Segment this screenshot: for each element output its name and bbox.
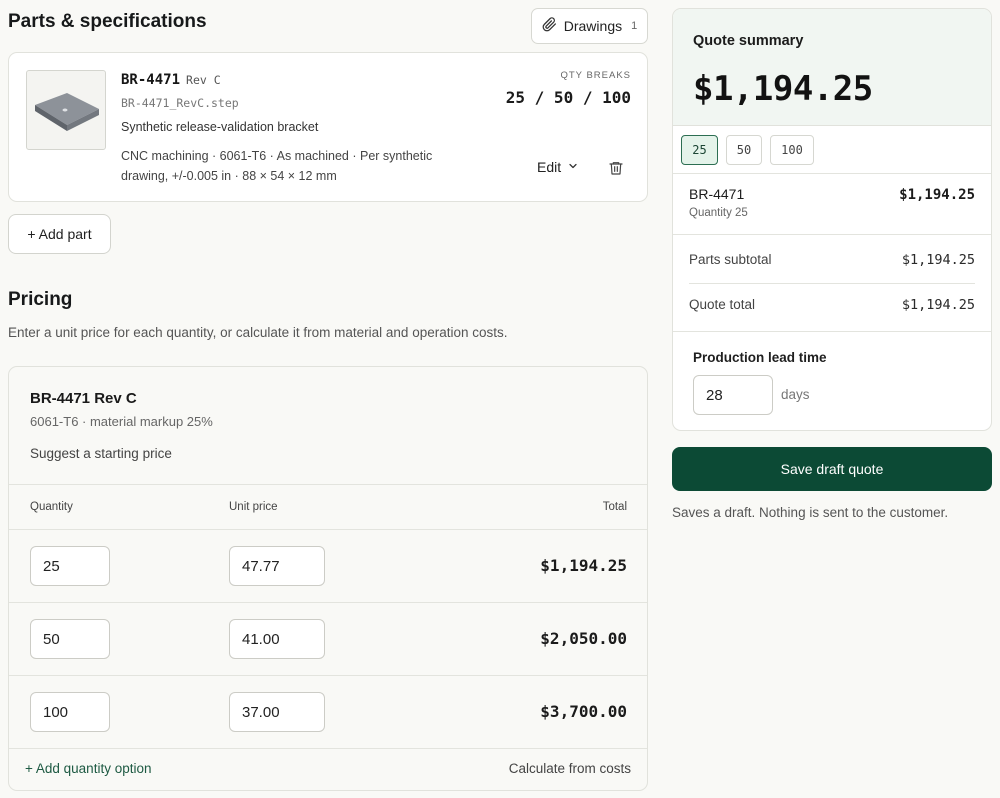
unit-price-input[interactable]: 47.77 (229, 546, 325, 586)
save-draft-quote-button[interactable]: Save draft quote (672, 447, 992, 491)
drawings-label: Drawings (563, 18, 623, 34)
lead-time-unit: days (781, 387, 810, 402)
divider (673, 331, 991, 332)
quantity-input[interactable]: 50 (30, 619, 110, 659)
summary-line-price: $1,194.25 (899, 187, 975, 203)
part-spec-line-1: CNC machining · 6061-T6 · As machined · … (121, 149, 433, 163)
quote-summary-panel: Quote summary $1,194.25 25 50 100 BR-447… (672, 8, 992, 431)
part-card: BR-4471 Rev C BR-4471_RevC.step Synthetic… (8, 52, 648, 202)
column-header-quantity: Quantity (30, 501, 73, 513)
drawings-button[interactable]: Drawings 1 (531, 8, 648, 44)
summary-line-quantity: Quantity 25 (689, 207, 748, 219)
divider (689, 283, 975, 284)
part-thumbnail[interactable] (26, 70, 106, 150)
save-note: Saves a draft. Nothing is sent to the cu… (672, 505, 949, 520)
pricing-card-footer: + Add quantity option Calculate from cos… (9, 748, 647, 790)
unit-price-input[interactable]: 37.00 (229, 692, 325, 732)
chevron-down-icon (567, 159, 579, 175)
part-3d-preview (35, 93, 99, 131)
part-number-line: BR-4471 Rev C (121, 72, 221, 88)
parts-section-title: Parts & specifications (8, 11, 207, 32)
quote-total-label: Quote total (689, 297, 756, 312)
part-number: BR-4471 (121, 72, 181, 88)
add-quantity-option-link[interactable]: + Add quantity option (25, 761, 151, 776)
part-description: Synthetic release-validation bracket (121, 120, 319, 134)
paperclip-icon (542, 17, 557, 35)
divider (673, 173, 991, 174)
quote-summary-header: Quote summary $1,194.25 (673, 9, 991, 126)
quantity-tabs: 25 50 100 (681, 135, 814, 165)
trash-icon[interactable] (608, 160, 624, 181)
add-part-button[interactable]: + Add part (8, 214, 111, 254)
quantity-input[interactable]: 25 (30, 546, 110, 586)
price-row: 100 37.00 $3,700.00 (9, 675, 647, 748)
column-header-unit-price: Unit price (229, 501, 278, 513)
qty-breaks-label: QTY BREAKS (560, 70, 631, 81)
pricing-card-header: BR-4471 Rev C 6061-T6 · material markup … (9, 367, 647, 485)
part-spec: CNC machining · 6061-T6 · As machined · … (121, 146, 481, 186)
quote-summary-amount: $1,194.25 (693, 69, 873, 109)
price-row: 25 47.77 $1,194.25 (9, 529, 647, 602)
pricing-card-subtitle: 6061-T6 · material markup 25% (30, 414, 213, 429)
price-row: 50 41.00 $2,050.00 (9, 602, 647, 675)
summary-line-part: BR-4471 (689, 186, 745, 202)
row-total: $2,050.00 (540, 629, 627, 648)
calculate-from-costs-link[interactable]: Calculate from costs (509, 761, 631, 776)
row-total: $1,194.25 (540, 556, 627, 575)
quote-summary-title: Quote summary (693, 33, 804, 49)
suggest-price-link[interactable]: Suggest a starting price (30, 446, 172, 461)
qty-tab-50[interactable]: 50 (726, 135, 762, 165)
qty-tab-100[interactable]: 100 (770, 135, 814, 165)
part-file-name[interactable]: BR-4471_RevC.step (121, 96, 239, 110)
part-spec-line-2: drawing, +/-0.005 in · 88 × 54 × 12 mm (121, 169, 337, 183)
drawings-count: 1 (631, 20, 638, 32)
pricing-section-title: Pricing (8, 289, 73, 310)
column-header-total: Total (602, 501, 627, 513)
unit-price-input[interactable]: 41.00 (229, 619, 325, 659)
qty-breaks-values: 25 / 50 / 100 (505, 88, 631, 107)
part-revision: Rev C (186, 73, 221, 87)
parts-subtotal-value: $1,194.25 (901, 252, 975, 268)
pricing-description: Enter a unit price for each quantity, or… (8, 325, 508, 340)
edit-part-button[interactable]: Edit (537, 159, 579, 175)
parts-subtotal-label: Parts subtotal (689, 252, 772, 267)
lead-time-label: Production lead time (693, 350, 827, 365)
pricing-card-title: BR-4471 Rev C (30, 390, 137, 407)
divider (673, 234, 991, 235)
quantity-input[interactable]: 100 (30, 692, 110, 732)
row-total: $3,700.00 (540, 702, 627, 721)
edit-label: Edit (537, 159, 562, 175)
qty-tab-25[interactable]: 25 (681, 135, 718, 165)
pricing-card: BR-4471 Rev C 6061-T6 · material markup … (8, 366, 648, 791)
quote-total-value: $1,194.25 (901, 297, 975, 313)
lead-time-input[interactable]: 28 (693, 375, 773, 415)
